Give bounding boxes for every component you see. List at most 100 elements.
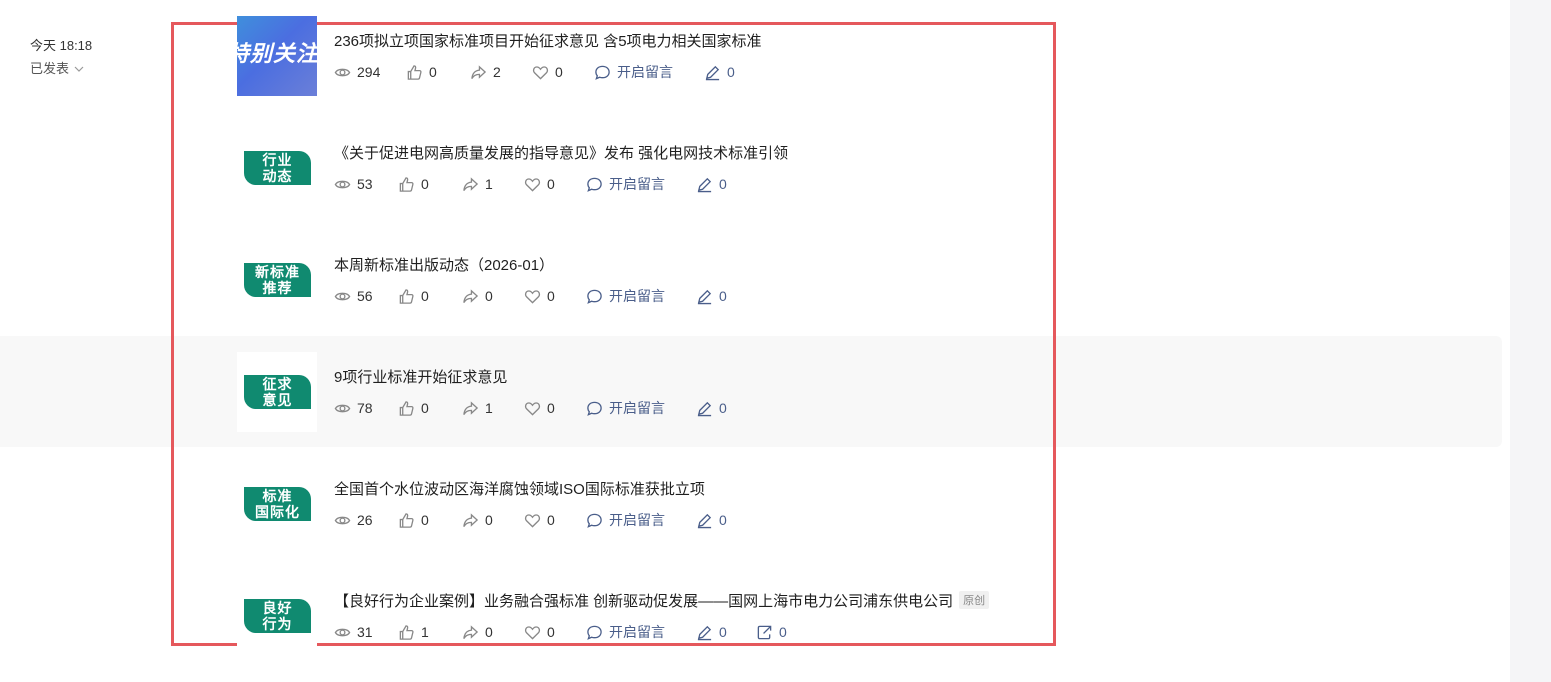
share-count: 1 <box>462 400 524 417</box>
read-count: 78 <box>334 400 398 417</box>
like-count: 1 <box>398 624 462 641</box>
pen-icon <box>697 289 712 304</box>
publish-status-dropdown[interactable]: 已发表 <box>30 57 92 80</box>
notes-count[interactable]: 0 <box>704 64 756 81</box>
article-stats: 31 1 0 0 开启留言 0 0 <box>334 623 787 641</box>
share-arrow-icon <box>463 624 479 639</box>
thumbnail-tag: 良好 行为 <box>244 599 311 633</box>
heart-count: 0 <box>524 512 586 529</box>
read-count: 53 <box>334 176 398 193</box>
heart-count: 0 <box>524 624 586 641</box>
comment-bubble-icon <box>587 177 602 192</box>
thumbnail-tag: 新标准 推荐 <box>244 263 311 297</box>
like-count: 0 <box>398 400 462 417</box>
article-item[interactable]: 良好 行为 【良好行为企业案例】业务融合强标准 创新驱动促发展——国网上海市电力公… <box>237 576 1057 656</box>
heart-icon <box>524 401 541 416</box>
article-title[interactable]: 本周新标准出版动态（2026-01） <box>334 254 554 275</box>
notes-count[interactable]: 0 <box>696 288 748 305</box>
eye-icon <box>334 292 351 300</box>
thumbs-up-icon <box>399 512 414 528</box>
thumbs-up-icon <box>399 176 414 192</box>
heart-count: 0 <box>524 288 586 305</box>
notes-count[interactable]: 0 <box>696 176 748 193</box>
article-thumbnail[interactable]: 行业 动态 <box>237 128 317 208</box>
article-thumbnail[interactable]: 征求 意见 <box>237 352 317 432</box>
thumbnail-tag: 行业 动态 <box>244 151 311 185</box>
enable-comments-link[interactable]: 开启留言 <box>586 510 696 530</box>
heart-icon <box>524 625 541 640</box>
like-count: 0 <box>406 64 470 81</box>
heart-count: 0 <box>532 64 594 81</box>
repost-count[interactable]: 0 <box>756 624 787 641</box>
article-title[interactable]: 236项拟立项国家标准项目开始征求意见 含5项电力相关国家标准 <box>334 30 762 51</box>
article-title[interactable]: 【良好行为企业案例】业务融合强标准 创新驱动促发展——国网上海市电力公司浦东供电… <box>334 590 990 611</box>
read-count: 31 <box>334 624 398 641</box>
eye-icon <box>334 404 351 412</box>
article-title-text: 【良好行为企业案例】业务融合强标准 创新驱动促发展——国网上海市电力公司浦东供电… <box>334 593 954 610</box>
pen-icon <box>697 401 712 416</box>
article-item[interactable]: 新标准 推荐 本周新标准出版动态（2026-01） 56 0 0 0 开启留言 0 <box>237 240 1057 320</box>
enable-comments-link[interactable]: 开启留言 <box>586 286 696 306</box>
thumbs-up-icon <box>407 64 422 80</box>
article-title[interactable]: 全国首个水位波动区海洋腐蚀领域ISO国际标准获批立项 <box>334 478 705 499</box>
comment-bubble-icon <box>587 625 602 640</box>
enable-comments-link[interactable]: 开启留言 <box>594 62 704 82</box>
thumbnail-banner-text: 特别关注 <box>237 41 317 66</box>
notes-count[interactable]: 0 <box>696 512 748 529</box>
share-count: 1 <box>462 176 524 193</box>
publish-status-label: 已发表 <box>30 61 70 76</box>
read-count: 294 <box>334 64 406 81</box>
heart-icon <box>524 177 541 192</box>
notes-count[interactable]: 0 <box>696 400 748 417</box>
heart-icon <box>524 513 541 528</box>
article-stats: 53 0 1 0 开启留言 0 <box>334 175 748 193</box>
enable-comments-link[interactable]: 开启留言 <box>586 398 696 418</box>
like-count: 0 <box>398 512 462 529</box>
publish-info: 今天 18:18 已发表 <box>30 34 92 80</box>
share-arrow-icon <box>463 176 479 191</box>
share-count: 2 <box>470 64 532 81</box>
enable-comments-link[interactable]: 开启留言 <box>586 174 696 194</box>
share-arrow-icon <box>463 288 479 303</box>
article-stats: 294 0 2 0 开启留言 0 <box>334 63 756 81</box>
enable-comments-link[interactable]: 开启留言 <box>586 622 696 642</box>
read-count: 26 <box>334 512 398 529</box>
share-arrow-icon <box>463 400 479 415</box>
read-count: 56 <box>334 288 398 305</box>
article-item[interactable]: 标准 国际化 全国首个水位波动区海洋腐蚀领域ISO国际标准获批立项 26 0 0 … <box>237 464 1057 544</box>
article-title[interactable]: 《关于促进电网高质量发展的指导意见》发布 强化电网技术标准引领 <box>334 142 788 163</box>
article-stats: 78 0 1 0 开启留言 0 <box>334 399 748 417</box>
eye-icon <box>334 516 351 524</box>
chevron-down-icon <box>74 66 84 72</box>
selection-highlight-box <box>171 22 1056 646</box>
article-item[interactable]: 行业 动态 《关于促进电网高质量发展的指导意见》发布 强化电网技术标准引领 53 … <box>237 128 1057 208</box>
article-item[interactable]: 征求 意见 9项行业标准开始征求意见 78 0 1 0 开启留言 0 <box>237 352 1057 432</box>
thumbs-up-icon <box>399 400 414 416</box>
share-count: 0 <box>462 512 524 529</box>
share-count: 0 <box>462 624 524 641</box>
pen-icon <box>705 65 720 80</box>
thumbs-up-icon <box>399 624 414 640</box>
share-count: 0 <box>462 288 524 305</box>
thumbs-up-icon <box>399 288 414 304</box>
eye-icon <box>334 180 351 188</box>
heart-count: 0 <box>524 400 586 417</box>
heart-icon <box>524 289 541 304</box>
eye-icon <box>334 628 351 636</box>
article-thumbnail[interactable]: 良好 行为 <box>237 576 317 656</box>
comment-bubble-icon <box>587 289 602 304</box>
repost-icon <box>757 625 772 639</box>
article-thumbnail[interactable]: 特别关注 <box>237 16 317 96</box>
article-thumbnail[interactable]: 标准 国际化 <box>237 464 317 544</box>
original-badge: 原创 <box>959 591 990 609</box>
article-thumbnail[interactable]: 新标准 推荐 <box>237 240 317 320</box>
article-stats: 26 0 0 0 开启留言 0 <box>334 511 748 529</box>
right-scroll-rail <box>1510 0 1551 682</box>
article-item[interactable]: 特别关注 236项拟立项国家标准项目开始征求意见 含5项电力相关国家标准 294… <box>237 16 1057 96</box>
thumbnail-tag: 征求 意见 <box>244 375 311 409</box>
eye-icon <box>334 68 351 76</box>
article-title[interactable]: 9项行业标准开始征求意见 <box>334 366 507 387</box>
publish-time: 今天 18:18 <box>30 38 93 53</box>
heart-icon <box>532 65 549 80</box>
notes-count[interactable]: 0 <box>696 624 756 641</box>
